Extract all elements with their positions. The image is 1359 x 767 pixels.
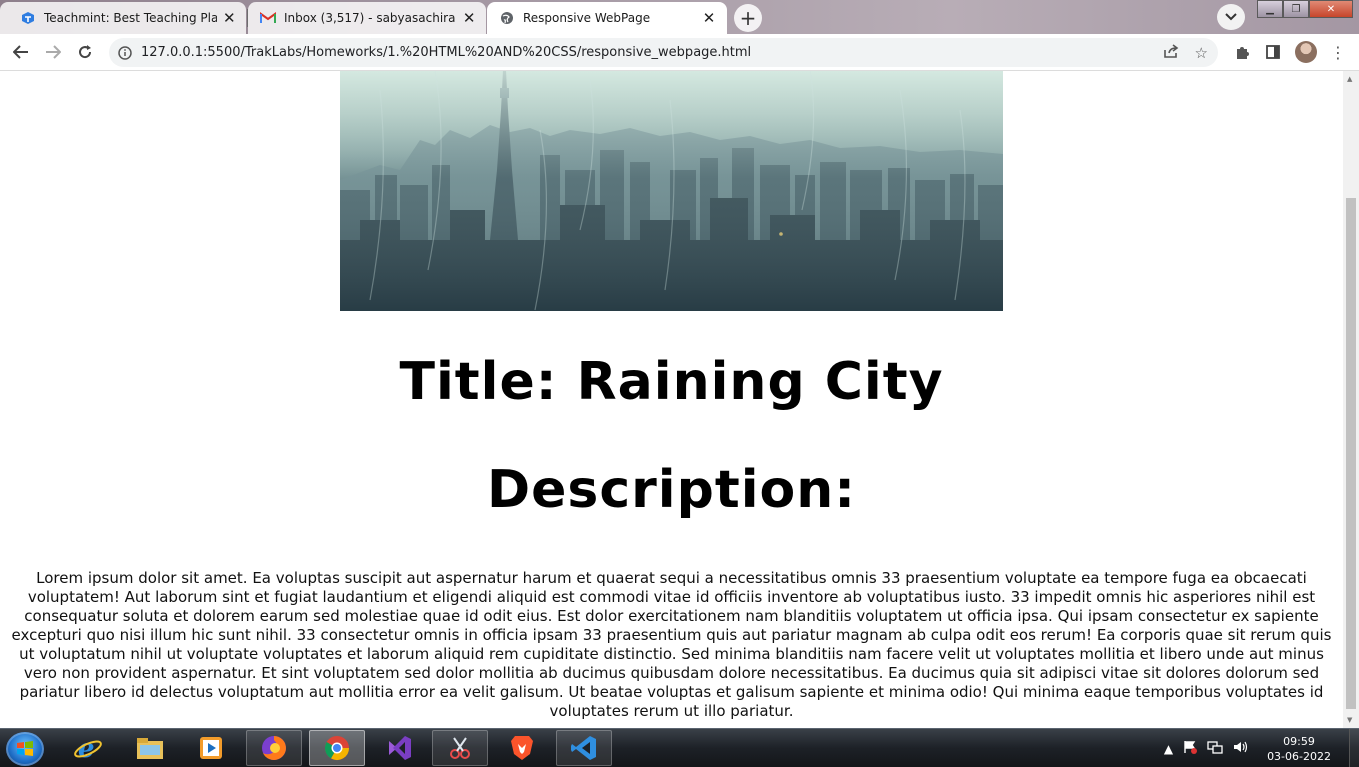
- menu-kebab-icon[interactable]: ⋮: [1327, 41, 1349, 63]
- firefox-icon[interactable]: [246, 730, 302, 766]
- scroll-up-arrow-icon[interactable]: ▲: [1347, 75, 1352, 83]
- forward-arrow-icon[interactable]: [40, 39, 66, 65]
- show-desktop-button[interactable]: [1349, 729, 1359, 767]
- clock-date: 03-06-2022: [1267, 749, 1331, 763]
- system-tray: ▲ 09:59 03-06-2022: [1164, 729, 1359, 767]
- bookmark-star-icon[interactable]: ☆: [1195, 44, 1208, 62]
- address-bar[interactable]: 127.0.0.1:5500/TrakLabs/Homeworks/1.%20H…: [109, 38, 1218, 67]
- vscode-icon[interactable]: [556, 730, 612, 766]
- maximize-icon[interactable]: ❐: [1283, 0, 1309, 18]
- internet-explorer-icon[interactable]: e: [60, 730, 116, 766]
- gmail-icon: [260, 10, 276, 26]
- info-icon[interactable]: [109, 45, 141, 60]
- extensions-icon[interactable]: [1231, 41, 1253, 63]
- window-controls: ▁ ❐ ✕: [1257, 0, 1353, 18]
- clock-time: 09:59: [1283, 734, 1315, 748]
- volume-icon[interactable]: [1233, 740, 1249, 757]
- windows-logo-icon: [17, 741, 33, 756]
- network-icon[interactable]: [1207, 740, 1223, 757]
- close-window-icon[interactable]: ✕: [1309, 0, 1353, 18]
- profile-avatar[interactable]: [1295, 41, 1317, 63]
- browser-toolbar: 127.0.0.1:5500/TrakLabs/Homeworks/1.%20H…: [0, 34, 1359, 71]
- back-arrow-icon[interactable]: [8, 39, 34, 65]
- start-button[interactable]: [6, 732, 44, 766]
- brave-icon[interactable]: [494, 730, 550, 766]
- tab-strip: Teachmint: Best Teaching Platform ✕ Inbo…: [0, 0, 1359, 34]
- tab-title: Responsive WebPage: [523, 11, 651, 25]
- tab-responsive-webpage[interactable]: Responsive WebPage ✕: [487, 2, 727, 34]
- share-icon[interactable]: [1163, 43, 1179, 62]
- vertical-scrollbar[interactable]: ▲ ▼: [1343, 71, 1359, 728]
- chevron-down-icon[interactable]: [1217, 4, 1245, 30]
- tab-title: Teachmint: Best Teaching Platform: [44, 11, 217, 25]
- snipping-tool-icon[interactable]: [432, 730, 488, 766]
- teachmint-icon: [20, 10, 36, 26]
- show-hidden-icons-icon[interactable]: ▲: [1164, 742, 1173, 756]
- hero-image: [340, 71, 1003, 311]
- url-text: 127.0.0.1:5500/TrakLabs/Homeworks/1.%20H…: [141, 45, 752, 60]
- scrollbar-thumb[interactable]: [1346, 198, 1356, 709]
- new-tab-button[interactable]: +: [734, 4, 762, 32]
- description-text: Lorem ipsum dolor sit amet. Ea voluptas …: [11, 569, 1332, 720]
- media-player-icon[interactable]: [183, 730, 239, 766]
- reload-icon[interactable]: [72, 39, 98, 65]
- minimize-icon[interactable]: ▁: [1257, 0, 1283, 18]
- page-title: Title: Raining City: [399, 352, 944, 412]
- description-heading: Description:: [486, 460, 857, 520]
- windows-taskbar: e ▲ 09:59 03-06-2022: [0, 728, 1359, 767]
- chrome-icon[interactable]: [309, 730, 365, 766]
- page-viewport: Title: Raining City Description: Lorem i…: [0, 71, 1343, 728]
- clock[interactable]: 09:59 03-06-2022: [1267, 734, 1331, 764]
- close-icon[interactable]: ✕: [462, 9, 476, 27]
- visual-studio-icon[interactable]: [371, 730, 427, 766]
- close-icon[interactable]: ✕: [701, 9, 717, 27]
- tab-teachmint[interactable]: Teachmint: Best Teaching Platform ✕: [0, 2, 246, 34]
- side-panel-icon[interactable]: [1262, 41, 1284, 63]
- globe-icon: [499, 10, 515, 26]
- action-center-flag-icon[interactable]: [1183, 740, 1198, 757]
- tab-title: Inbox (3,517) - sabyasachirakshit: [284, 11, 456, 25]
- scroll-down-arrow-icon[interactable]: ▼: [1347, 716, 1352, 724]
- tab-gmail[interactable]: Inbox (3,517) - sabyasachirakshit ✕: [248, 2, 486, 34]
- file-explorer-icon[interactable]: [122, 730, 178, 766]
- close-icon[interactable]: ✕: [223, 9, 236, 27]
